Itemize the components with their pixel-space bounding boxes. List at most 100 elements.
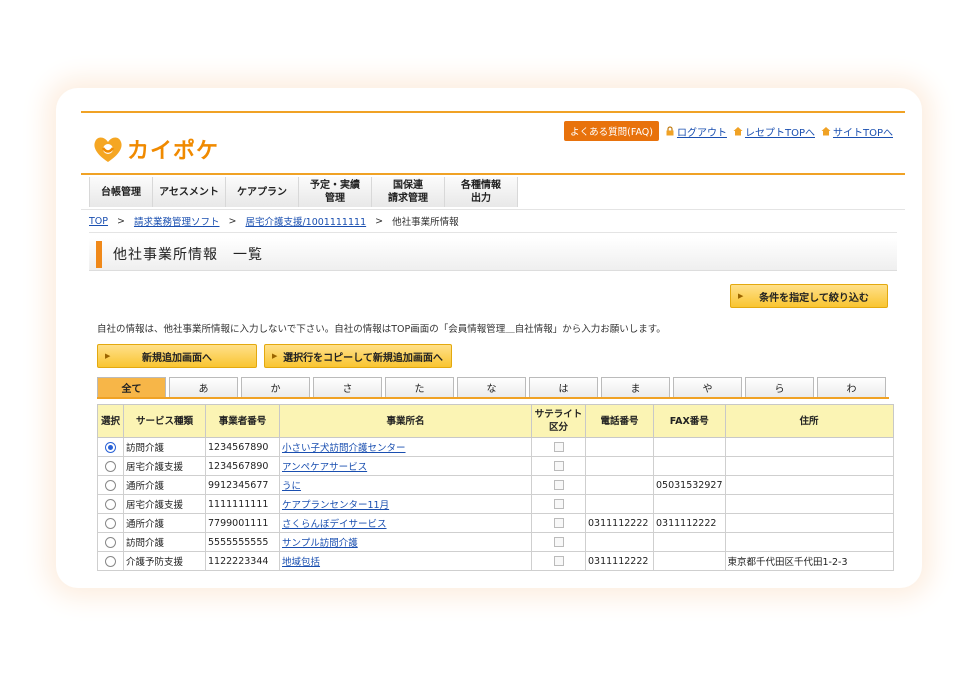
office-name-link[interactable]: 地域包括 (282, 557, 320, 568)
kaipoke-logo[interactable]: カイポケ (91, 129, 219, 169)
office-name-link[interactable]: さくらんぼデイサービス (282, 519, 387, 530)
table-row[interactable]: 居宅介護支援 1111111111 ケアプランセンター11月 (97, 494, 894, 514)
breadcrumb-office[interactable]: 居宅介護支援/1001111111 (245, 214, 366, 228)
col-name: 事業所名 (279, 404, 532, 438)
tab-all[interactable]: 全て (97, 377, 166, 397)
service-cell: 介護予防支援 (123, 551, 206, 571)
service-cell: 訪問介護 (123, 532, 206, 552)
satellite-checkbox[interactable] (553, 442, 564, 452)
arrow-right-icon: ▶ (105, 352, 111, 360)
number-cell: 1122223344 (205, 551, 280, 571)
satellite-cell (531, 475, 586, 495)
service-cell: 居宅介護支援 (123, 456, 206, 476)
nav-assessment[interactable]: アセスメント (153, 177, 226, 207)
table-row[interactable]: 通所介護 9912345677 うに 05031532927 (97, 475, 894, 495)
fax-cell (653, 494, 726, 514)
name-cell: アンペケアサービス (279, 456, 532, 476)
tab-a[interactable]: あ (169, 377, 238, 397)
row-radio[interactable] (105, 479, 116, 491)
fax-cell (653, 456, 726, 476)
phone-cell (585, 494, 654, 514)
service-cell: 通所介護 (123, 513, 206, 533)
office-table: 選択 サービス種類 事業者番号 事業所名 サテライト 区分 電話番号 FAX番号 … (97, 404, 894, 571)
tab-wa[interactable]: わ (817, 377, 886, 397)
service-cell: 通所介護 (123, 475, 206, 495)
phone-cell: 0311112222 (585, 513, 654, 533)
row-select-cell (97, 551, 124, 571)
site-top-link[interactable]: サイトTOPへ (821, 124, 893, 139)
table-row[interactable]: 訪問介護 1234567890 小さい子犬訪問介護センター (97, 437, 894, 457)
address-cell (724, 437, 894, 457)
logout-link[interactable]: ログアウト (665, 124, 727, 139)
table-row[interactable]: 介護予防支援 1122223344 地域包括 0311112222 東京都千代田区千代田… (97, 551, 894, 571)
satellite-checkbox[interactable] (553, 537, 564, 547)
row-radio[interactable] (105, 536, 116, 548)
satellite-checkbox[interactable] (553, 556, 564, 566)
table-row[interactable]: 通所介護 7799001111 さくらんぼデイサービス 0311112222 03111… (97, 513, 894, 533)
number-cell: 5555555555 (205, 532, 280, 552)
nav-billing[interactable]: 国保連 請求管理 (372, 177, 445, 207)
breadcrumb: TOP > 請求業務管理ソフト > 居宅介護支援/1001111111 > 他社… (89, 214, 459, 229)
row-radio[interactable] (105, 498, 116, 510)
breadcrumb-billing-software[interactable]: 請求業務管理ソフト (134, 214, 220, 228)
col-number: 事業者番号 (205, 404, 280, 438)
nav-careplan[interactable]: ケアプラン (226, 177, 299, 207)
table-row[interactable]: 居宅介護支援 1234567890 アンペケアサービス (97, 456, 894, 476)
fax-cell (653, 532, 726, 552)
satellite-checkbox[interactable] (553, 461, 564, 471)
satellite-cell (531, 513, 586, 533)
number-cell: 1111111111 (205, 494, 280, 514)
nav-schedule[interactable]: 予定・実績 管理 (299, 177, 372, 207)
tab-ra[interactable]: ら (745, 377, 814, 397)
office-name-link[interactable]: うに (282, 481, 301, 492)
name-cell: サンプル訪問介護 (279, 532, 532, 552)
tab-ma[interactable]: ま (601, 377, 670, 397)
number-cell: 7799001111 (205, 513, 280, 533)
tab-ha[interactable]: は (529, 377, 598, 397)
tab-ka[interactable]: か (241, 377, 310, 397)
faq-button[interactable]: よくある質問(FAQ) (564, 121, 659, 141)
office-name-link[interactable]: サンプル訪問介護 (282, 538, 358, 549)
nav-ledger[interactable]: 台帳管理 (89, 177, 153, 207)
fax-cell (653, 551, 726, 571)
address-cell (724, 532, 894, 552)
nav-output[interactable]: 各種情報 出力 (445, 177, 518, 207)
copy-row-button[interactable]: ▶ 選択行をコピーして新規追加画面へ (264, 344, 452, 368)
office-name-link[interactable]: アンペケアサービス (282, 462, 367, 473)
row-radio[interactable] (105, 555, 116, 567)
heading-accent-bar (96, 241, 102, 268)
phone-cell (585, 437, 654, 457)
tab-ya[interactable]: や (673, 377, 742, 397)
address-cell (724, 456, 894, 476)
satellite-checkbox[interactable] (553, 480, 564, 490)
tab-underline (97, 397, 889, 399)
tab-sa[interactable]: さ (313, 377, 382, 397)
tab-na[interactable]: な (457, 377, 526, 397)
office-name-link[interactable]: ケアプランセンター11月 (282, 500, 389, 511)
filter-button[interactable]: ▶ 条件を指定して絞り込む (730, 284, 888, 308)
satellite-checkbox[interactable] (553, 518, 564, 528)
breadcrumb-top[interactable]: TOP (89, 216, 108, 227)
top-links: よくある質問(FAQ) ログアウト レセプトTOPへ サイトTOPへ (564, 121, 893, 141)
table-header-row: 選択 サービス種類 事業者番号 事業所名 サテライト 区分 電話番号 FAX番号 … (97, 404, 894, 438)
row-select-cell (97, 532, 124, 552)
fax-cell: 0311112222 (653, 513, 726, 533)
table-row[interactable]: 訪問介護 5555555555 サンプル訪問介護 (97, 532, 894, 552)
row-select-cell (97, 475, 124, 495)
new-entry-button[interactable]: ▶ 新規追加画面へ (97, 344, 257, 368)
row-radio[interactable] (105, 517, 116, 529)
receipt-top-link[interactable]: レセプトTOPへ (733, 124, 815, 139)
fax-cell: 05031532927 (653, 475, 726, 495)
arrow-right-icon: ▶ (272, 352, 278, 360)
name-cell: 地域包括 (279, 551, 532, 571)
row-radio[interactable] (105, 460, 116, 472)
row-radio[interactable] (105, 441, 116, 453)
col-satellite: サテライト 区分 (531, 404, 586, 438)
tab-ta[interactable]: た (385, 377, 454, 397)
satellite-checkbox[interactable] (553, 499, 564, 509)
notice-text: 自社の情報は、他社事業所情報に入力しないで下さい。自社の情報はTOP画面の「会員… (97, 324, 666, 335)
row-select-cell (97, 513, 124, 533)
address-cell: 東京都千代田区千代田1-2-3 (724, 551, 894, 571)
breadcrumb-rule (89, 232, 897, 233)
office-name-link[interactable]: 小さい子犬訪問介護センター (282, 443, 406, 454)
